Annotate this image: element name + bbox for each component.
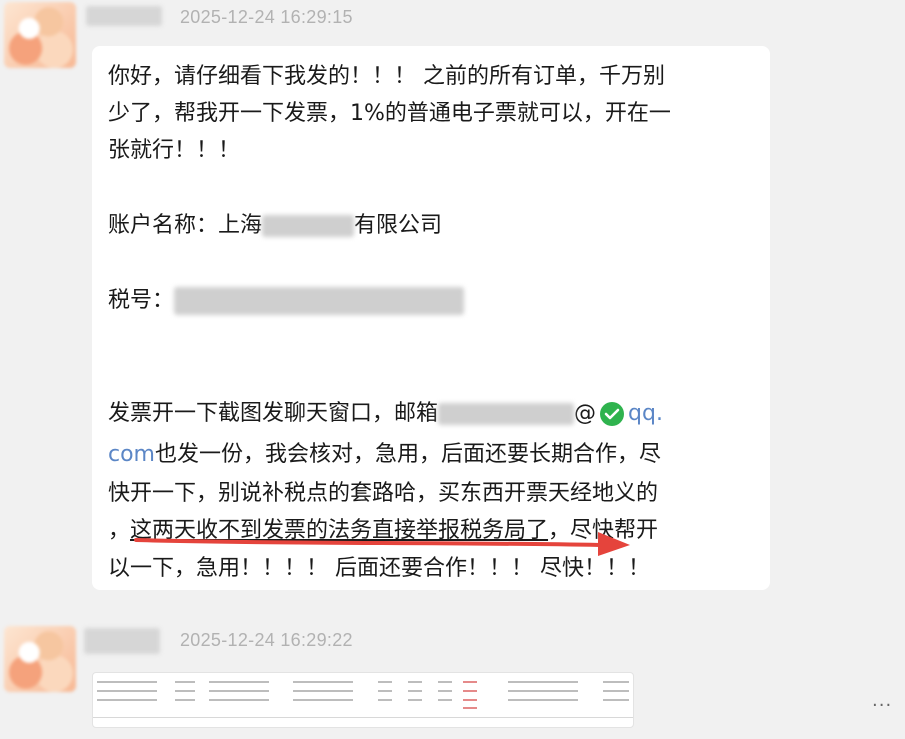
tax-label: 税号： (108, 288, 175, 313)
email-at: @ (574, 401, 597, 426)
email-prefix-text: 发票开一下截图发聊天窗口，邮箱 (108, 401, 439, 426)
redacted-email (438, 403, 575, 425)
message-timestamp: 2025-12-24 16:29:15 (180, 7, 353, 27)
tax-id-line: 税号： (108, 282, 465, 319)
redacted-company-name (262, 215, 355, 237)
more-options-icon[interactable]: ... (872, 690, 892, 711)
email-line: 发票开一下截图发聊天窗口，邮箱 @ qq. (108, 395, 663, 432)
sender-name-redacted (84, 628, 160, 654)
message-line: 少了，帮我开一下发票，1%的普通电子票就可以，开在一 (108, 101, 671, 126)
message-line: com也发一份，我会核对，急用，后面还要长期合作，尽 (108, 436, 661, 473)
account-suffix: 有限公司 (354, 213, 443, 238)
message-text: 也发一份，我会核对，急用，后面还要长期合作，尽 (155, 442, 662, 467)
sender-name-redacted (86, 6, 162, 26)
sender-avatar[interactable] (4, 2, 76, 68)
message-timestamp: 2025-12-24 16:29:22 (180, 630, 353, 650)
message-line: 张就行！！！ (108, 138, 241, 163)
message-line: 你好，请仔细看下我发的！！！ 之前的所有订单，千万别 (108, 64, 665, 89)
check-circle-icon (600, 402, 625, 426)
sender-avatar[interactable] (4, 626, 76, 692)
account-name-line: 账户名称：上海 有限公司 (108, 207, 442, 244)
account-label: 账户名称：上海 (108, 213, 263, 238)
message-line: 快开一下，别说补税点的套路哈，买东西开票天经地义的 (108, 481, 659, 506)
email-link-cont[interactable]: com (108, 442, 155, 467)
red-arrow-annotation (134, 532, 630, 556)
image-thumbnail[interactable] (92, 672, 634, 728)
redacted-tax-id (174, 287, 465, 315)
email-link[interactable]: qq. (628, 401, 663, 426)
